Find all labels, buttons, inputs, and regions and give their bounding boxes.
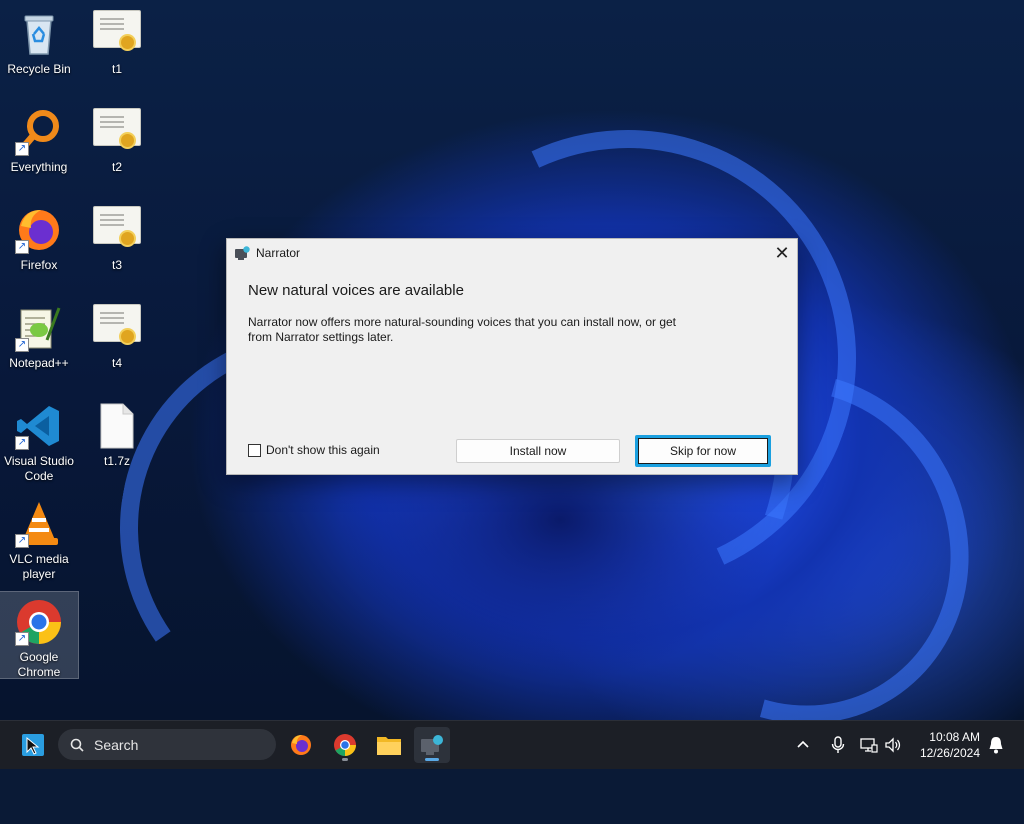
shortcut-arrow-icon: ↗ bbox=[15, 436, 29, 450]
desktop-icon-t2[interactable]: t2 bbox=[78, 102, 156, 182]
certificate-file-icon bbox=[93, 10, 141, 51]
desktop-icon-vlc[interactable]: ↗ VLC media player bbox=[0, 494, 78, 588]
skip-button-label: Skip for now bbox=[638, 438, 768, 464]
windows-logo-icon bbox=[22, 734, 44, 756]
taskbar-chrome[interactable] bbox=[327, 727, 363, 763]
notifications-button[interactable] bbox=[988, 721, 1004, 769]
desktop-icon-label: t4 bbox=[111, 356, 122, 370]
seal-icon bbox=[119, 328, 136, 345]
seal-icon bbox=[119, 230, 136, 247]
show-hidden-icons-button[interactable] bbox=[796, 721, 810, 769]
icon-holder bbox=[93, 304, 141, 352]
blank-file-icon bbox=[93, 402, 141, 450]
desktop-icon-label: Visual Studio Code bbox=[4, 454, 74, 483]
desktop-icon-label: t1 bbox=[111, 62, 122, 76]
file-explorer-icon bbox=[377, 737, 401, 755]
shortcut-arrow-icon: ↗ bbox=[15, 142, 29, 156]
desktop-icon-label: Google Chrome bbox=[17, 650, 61, 679]
active-indicator bbox=[425, 758, 439, 761]
clock-time: 10:08 AM bbox=[929, 730, 980, 744]
desktop-icon-label: t1.7z bbox=[103, 454, 130, 468]
desktop-icon-label: Recycle Bin bbox=[7, 62, 71, 76]
desktop-icon-label: Everything bbox=[10, 160, 68, 174]
desktop-icon-t1[interactable]: t1 bbox=[78, 4, 156, 84]
desktop-icon-t4[interactable]: t4 bbox=[78, 298, 156, 378]
certificate-file-icon bbox=[93, 304, 141, 345]
narrator-icon bbox=[235, 245, 250, 261]
dont-show-again-checkbox[interactable]: Don't show this again bbox=[248, 443, 380, 457]
certificate-file-icon bbox=[93, 108, 141, 149]
speaker-icon bbox=[885, 737, 901, 753]
icon-holder bbox=[93, 206, 141, 254]
desktop-icon-label: VLC media player bbox=[9, 552, 69, 581]
narrator-dialog: Narrator ✕ New natural voices are availa… bbox=[226, 238, 798, 475]
desktop-icon-recycle-bin[interactable]: Recycle Bin bbox=[0, 4, 78, 94]
shortcut-arrow-icon: ↗ bbox=[15, 338, 29, 352]
certificate-file-icon bbox=[93, 206, 141, 247]
close-icon[interactable]: ✕ bbox=[767, 239, 797, 267]
dialog-title: Narrator bbox=[256, 246, 301, 260]
recycle-bin-icon bbox=[15, 10, 63, 58]
desktop-icon-google-chrome[interactable]: ↗ Google Chrome bbox=[0, 591, 79, 679]
desktop-icon-label: Firefox bbox=[20, 258, 58, 272]
vlc-icon: ↗ bbox=[15, 500, 63, 548]
taskbar-firefox[interactable] bbox=[283, 727, 319, 763]
chrome-icon bbox=[334, 734, 356, 756]
chrome-icon: ↗ bbox=[15, 598, 63, 646]
narrator-icon bbox=[421, 735, 443, 755]
checkbox-box[interactable] bbox=[248, 443, 261, 457]
system-clock[interactable]: 10:08 AM 12/26/2024 bbox=[910, 729, 980, 761]
shortcut-arrow-icon: ↗ bbox=[15, 632, 29, 646]
checkbox-label: Don't show this again bbox=[266, 443, 380, 457]
seal-icon bbox=[119, 132, 136, 149]
microphone-button[interactable] bbox=[831, 721, 845, 769]
desktop-icon-label: Notepad++ bbox=[9, 356, 69, 370]
running-indicator bbox=[342, 758, 348, 761]
desktop-icon-everything[interactable]: ↗ Everything bbox=[0, 102, 78, 192]
vscode-icon: ↗ bbox=[15, 402, 63, 450]
taskbar-search-box[interactable]: Search bbox=[58, 729, 276, 760]
install-now-button[interactable]: Install now bbox=[456, 439, 620, 463]
desktop-icon-label: t2 bbox=[111, 160, 122, 174]
seal-icon bbox=[119, 34, 136, 51]
bell-icon bbox=[989, 737, 1003, 754]
shortcut-arrow-icon: ↗ bbox=[15, 534, 29, 548]
desktop-icon-label: t3 bbox=[111, 258, 122, 272]
search-icon bbox=[70, 738, 84, 752]
firefox-icon bbox=[291, 735, 311, 755]
desktop-icon-t3[interactable]: t3 bbox=[78, 200, 156, 280]
everything-search-icon: ↗ bbox=[15, 108, 63, 156]
desktop-icon-vscode[interactable]: ↗ Visual Studio Code bbox=[0, 396, 78, 490]
taskbar: Search 10:08 AM 12/26/2024 bbox=[0, 720, 1024, 769]
microphone-icon bbox=[831, 736, 845, 753]
firefox-icon: ↗ bbox=[15, 206, 63, 254]
dialog-body-text: Narrator now offers more natural-soundin… bbox=[248, 315, 677, 344]
network-button[interactable] bbox=[860, 721, 878, 769]
taskbar-narrator[interactable] bbox=[414, 727, 450, 763]
volume-button[interactable] bbox=[884, 721, 902, 769]
chevron-up-icon bbox=[797, 740, 809, 748]
network-icon bbox=[860, 738, 878, 753]
desktop-icon-firefox[interactable]: ↗ Firefox bbox=[0, 200, 78, 290]
clock-date: 12/26/2024 bbox=[919, 746, 980, 760]
skip-for-now-button[interactable]: Skip for now bbox=[635, 435, 771, 467]
search-placeholder: Search bbox=[94, 736, 139, 753]
shortcut-arrow-icon: ↗ bbox=[15, 240, 29, 254]
start-button[interactable] bbox=[21, 733, 45, 757]
dialog-titlebar: Narrator bbox=[227, 239, 797, 267]
dialog-heading: New natural voices are available bbox=[248, 282, 464, 299]
taskbar-file-explorer[interactable] bbox=[371, 727, 407, 763]
desktop-icon-t1-7z[interactable]: t1.7z bbox=[78, 396, 156, 476]
icon-holder bbox=[93, 10, 141, 58]
notepad-plus-plus-icon: ↗ bbox=[15, 304, 63, 352]
icon-holder bbox=[93, 108, 141, 156]
desktop-icon-notepad-plus-plus[interactable]: ↗ Notepad++ bbox=[0, 298, 78, 388]
